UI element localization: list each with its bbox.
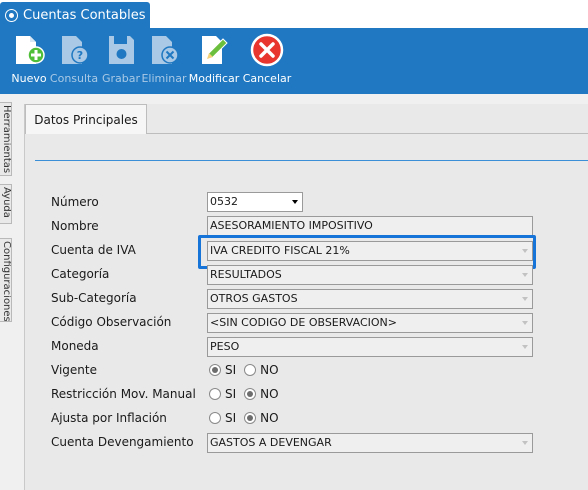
tab-datos-principales[interactable]: Datos Principales xyxy=(25,104,147,134)
modificar-label: Modificar xyxy=(188,72,240,85)
cancelar-button[interactable]: Cancelar xyxy=(242,32,292,92)
restriccion-radio-group: SI NO xyxy=(209,387,287,401)
numero-label: Número xyxy=(51,195,99,209)
sub-categoria-value: OTROS GASTOS xyxy=(210,292,298,305)
cuenta-iva-label: Cuenta de IVA xyxy=(51,243,136,257)
nuevo-label: Nuevo xyxy=(11,72,47,85)
ajusta-si-option[interactable]: SI xyxy=(209,411,236,425)
radio-selected-icon xyxy=(209,364,221,376)
option-label: NO xyxy=(260,363,279,377)
section-rule xyxy=(35,160,588,161)
moneda-label: Moneda xyxy=(51,339,99,353)
dropdown-arrow-icon xyxy=(522,441,528,445)
tab-divider xyxy=(147,133,588,134)
ajusta-inflacion-label: Ajusta por Inflación xyxy=(51,411,167,425)
side-tabs: Herramientas Ayuda Configuraciones xyxy=(0,94,12,490)
grabar-label: Grabar xyxy=(101,72,141,85)
dropdown-arrow-icon xyxy=(522,321,528,325)
radio-selected-icon xyxy=(244,388,257,400)
side-tab-ayuda[interactable]: Ayuda xyxy=(0,184,12,224)
option-label: NO xyxy=(260,411,279,425)
radio-empty-icon xyxy=(244,364,257,376)
nombre-field[interactable]: ASESORAMIENTO IMPOSITIVO xyxy=(207,216,533,236)
cuenta-devengamiento-value: GASTOS A DEVENGAR xyxy=(210,436,332,449)
focus-highlight xyxy=(198,235,536,269)
app-radio-icon xyxy=(6,9,17,21)
vigente-label: Vigente xyxy=(51,363,97,377)
window-tabstrip: Cuentas Contables xyxy=(0,0,588,28)
nombre-value: ASESORAMIENTO IMPOSITIVO xyxy=(210,219,373,232)
dropdown-arrow-icon xyxy=(522,345,528,349)
sub-categoria-combo[interactable]: OTROS GASTOS xyxy=(207,289,533,309)
main-panel: Datos Principales Número Nombre Cuenta d… xyxy=(24,104,588,490)
codigo-observacion-value: <SIN CODIGO DE OBSERVACION> xyxy=(210,316,397,329)
side-tab-label: Ayuda xyxy=(1,187,12,218)
moneda-combo[interactable]: PESO xyxy=(207,337,533,357)
vigente-no-option[interactable]: NO xyxy=(244,363,279,377)
dropdown-arrow-icon xyxy=(522,297,528,301)
new-document-icon xyxy=(12,32,46,68)
restriccion-si-option[interactable]: SI xyxy=(209,387,236,401)
delete-document-icon xyxy=(147,32,181,68)
cancel-icon xyxy=(250,32,284,68)
option-label: SI xyxy=(225,387,237,401)
codigo-observacion-label: Código Observación xyxy=(51,315,172,329)
restriccion-no-option[interactable]: NO xyxy=(244,387,279,401)
side-tab-configuraciones[interactable]: Configuraciones xyxy=(0,238,12,322)
ajusta-radio-group: SI NO xyxy=(209,411,287,425)
svg-text:?: ? xyxy=(77,49,83,62)
query-document-icon: ? xyxy=(57,32,91,68)
categoria-label: Categoría xyxy=(51,267,110,281)
radio-empty-icon xyxy=(209,388,221,400)
sub-categoria-label: Sub-Categoría xyxy=(51,291,137,305)
toolbar: Nuevo ? Consulta Grabar Eliminar Modific… xyxy=(0,28,588,94)
eliminar-label: Eliminar xyxy=(141,72,187,85)
grabar-button[interactable]: Grabar xyxy=(102,32,140,92)
tab-cuentas-contables[interactable]: Cuentas Contables xyxy=(0,2,150,28)
cancelar-label: Cancelar xyxy=(242,72,292,85)
restriccion-label: Restricción Mov. Manual xyxy=(51,387,196,401)
side-tab-herramientas[interactable]: Herramientas xyxy=(0,102,12,176)
eliminar-button[interactable]: Eliminar xyxy=(141,32,187,92)
dropdown-arrow-icon xyxy=(522,273,528,277)
modificar-button[interactable]: Modificar xyxy=(188,32,240,92)
nombre-label: Nombre xyxy=(51,219,99,233)
numero-combo[interactable]: 0532 xyxy=(207,192,303,212)
consulta-label: Consulta xyxy=(49,72,99,85)
option-label: SI xyxy=(225,363,237,377)
numero-value: 0532 xyxy=(210,195,238,208)
cuenta-devengamiento-label: Cuenta Devengamiento xyxy=(51,435,194,449)
categoria-value: RESULTADOS xyxy=(210,268,282,281)
vigente-si-option[interactable]: SI xyxy=(209,363,236,377)
option-label: NO xyxy=(260,387,279,401)
consulta-button[interactable]: ? Consulta xyxy=(49,32,99,92)
side-tab-label: Herramientas xyxy=(1,105,12,174)
dropdown-arrow-icon xyxy=(292,200,298,204)
moneda-value: PESO xyxy=(210,340,240,353)
radio-empty-icon xyxy=(209,412,221,424)
codigo-observacion-combo[interactable]: <SIN CODIGO DE OBSERVACION> xyxy=(207,313,533,333)
tab-label: Datos Principales xyxy=(34,112,138,127)
edit-pencil-icon xyxy=(197,32,231,68)
vigente-radio-group: SI NO xyxy=(209,363,287,377)
save-disk-icon xyxy=(104,32,138,68)
ajusta-no-option[interactable]: NO xyxy=(244,411,279,425)
categoria-combo[interactable]: RESULTADOS xyxy=(207,265,533,285)
cuenta-devengamiento-combo[interactable]: GASTOS A DEVENGAR xyxy=(207,433,533,453)
tab-title: Cuentas Contables xyxy=(23,7,146,23)
radio-selected-icon xyxy=(244,412,257,424)
nuevo-button[interactable]: Nuevo xyxy=(11,32,47,92)
option-label: SI xyxy=(225,411,237,425)
side-tab-label: Configuraciones xyxy=(1,241,12,322)
